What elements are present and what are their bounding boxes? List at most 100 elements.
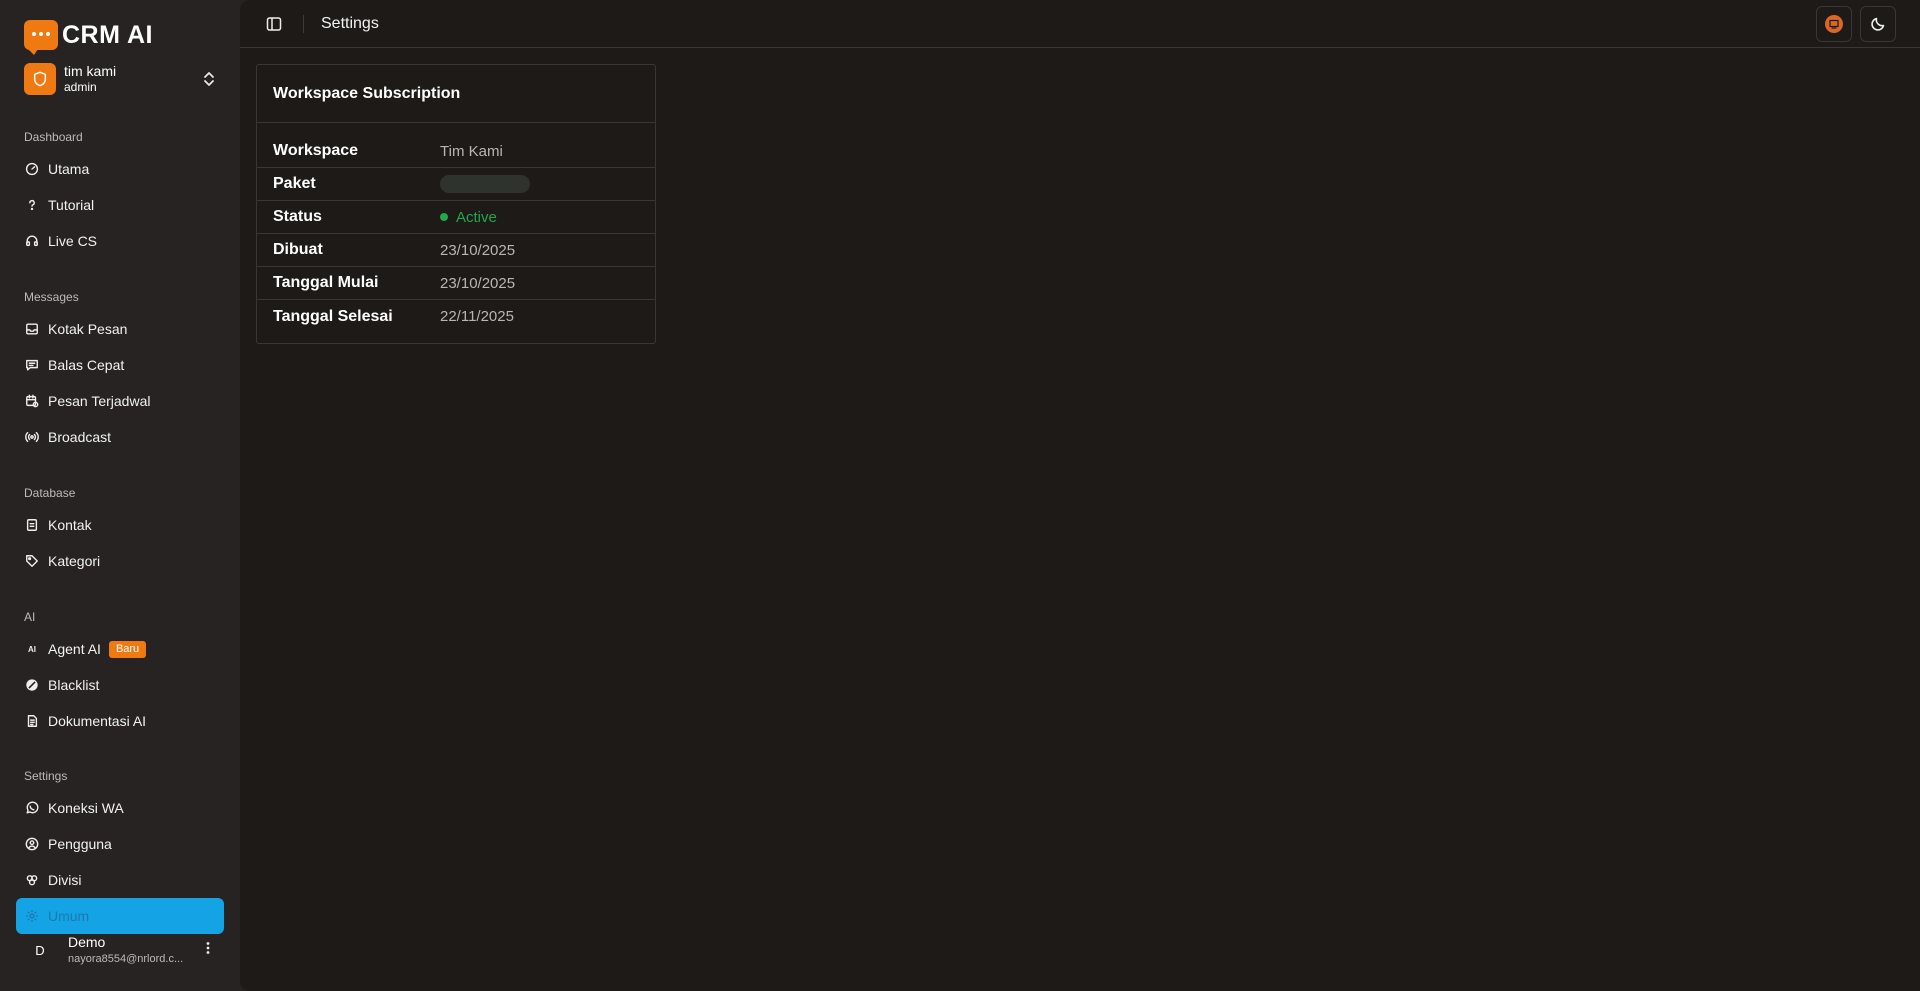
sidebar: CRM AI tim kami admin Dashboard Utama Tu… [0,0,240,991]
sidebar-item-label: Koneksi WA [48,800,124,816]
whatsapp-icon [24,800,40,816]
chat-bubble-logo-icon [24,20,58,55]
nav-section-ai: AI AI Agent AI Baru Blacklist Dokumentas… [16,607,224,739]
status-text: Active [456,208,497,226]
row-value: 22/11/2025 [440,308,514,325]
question-icon [24,197,40,213]
ai-icon: AI [28,644,36,654]
row-key: Paket [273,175,316,192]
row-key: Dibuat [273,241,323,258]
nav-section-messages: Messages Kotak Pesan Balas Cepat Pesan T… [16,287,224,455]
row-key: Workspace [273,142,359,159]
sidebar-item-label: Divisi [48,872,82,888]
row-key: Status [273,208,322,225]
sidebar-item-label: Blacklist [48,677,100,693]
headset-icon [24,233,40,249]
moon-icon [1870,16,1886,32]
card-title: Workspace Subscription [257,65,655,123]
sidebar-item-kategori[interactable]: Kategori [16,543,224,579]
row-key: Tanggal Selesai [273,307,393,325]
nav-section-label: Messages [24,290,79,304]
nav-section-label: Dashboard [24,130,83,144]
chevron-up-down-icon[interactable] [202,71,216,92]
row-key: Tanggal Mulai [273,274,379,291]
tag-icon [24,553,40,569]
sidebar-item-label: Kotak Pesan [48,321,128,337]
flag-icon [1825,15,1843,33]
inbox-icon [24,321,40,337]
main-content: Settings Workspace Subscription Workspac… [240,0,1920,991]
sidebar-item-dokumentasi-ai[interactable]: Dokumentasi AI [16,703,224,739]
new-badge: Baru [108,640,147,658]
top-bar: Settings [240,0,1920,48]
workspace-name: tim kami [64,62,117,79]
sidebar-item-label: Live CS [48,233,98,249]
redaction-mark [440,175,530,193]
table-row: Status Active [257,201,655,234]
calendar-clock-icon [24,393,40,409]
divider [303,15,304,33]
subscription-table: Workspace Tim Kami Paket Status Active D… [257,135,655,333]
gear-icon [24,908,40,924]
brand-name: CRM AI [62,20,153,49]
table-row: Dibuat 23/10/2025 [257,234,655,267]
sidebar-item-pesan-terjadwal[interactable]: Pesan Terjadwal [16,383,224,419]
sidebar-item-label: Kategori [48,553,101,569]
nav-section-settings: Settings Koneksi WA Pengguna Divisi Umum [16,766,224,934]
sidebar-item-label: Tutorial [48,197,95,213]
contact-book-icon [24,517,40,533]
sidebar-item-utama[interactable]: Utama [16,151,224,187]
ban-icon [24,677,40,693]
sidebar-item-label: Agent AI [48,641,101,657]
sidebar-item-broadcast[interactable]: Broadcast [16,419,224,455]
table-row: Tanggal Selesai 22/11/2025 [257,300,655,333]
sidebar-item-divisi[interactable]: Divisi [16,862,224,898]
sidebar-item-kotak-pesan[interactable]: Kotak Pesan [16,311,224,347]
user-profile[interactable]: D Demo nayora8554@nrlord.c... [16,928,224,972]
quick-reply-icon [24,357,40,373]
theme-toggle-button[interactable] [1860,6,1896,42]
sidebar-item-kontak[interactable]: Kontak [16,507,224,543]
workspace-switcher[interactable]: tim kami admin [24,63,216,95]
nav-section-label: Settings [24,769,68,783]
row-value: 23/10/2025 [440,241,516,259]
nav-section-label: AI [24,610,36,624]
row-value: 23/10/2025 [440,274,516,292]
nav-section-label: Database [24,486,76,500]
sidebar-item-tutorial[interactable]: Tutorial [16,187,224,223]
sidebar-item-label: Broadcast [48,429,112,445]
sidebar-item-label: Kontak [48,517,92,533]
sidebar-item-balas-cepat[interactable]: Balas Cepat [16,347,224,383]
sidebar-item-label: Balas Cepat [48,357,125,373]
sidebar-item-live-cs[interactable]: Live CS [16,223,224,259]
broadcast-icon [24,429,40,445]
sidebar-item-label: Umum [48,908,90,924]
avatar: D [24,934,56,966]
language-button[interactable] [1816,6,1852,42]
sidebar-item-agent-ai[interactable]: AI Agent AI Baru [16,631,224,667]
sidebar-item-label: Utama [48,161,90,177]
user-circle-icon [24,836,40,852]
sidebar-item-blacklist[interactable]: Blacklist [16,667,224,703]
gauge-icon [24,161,40,177]
brand[interactable]: CRM AI [24,20,153,55]
nav-section-dashboard: Dashboard Utama Tutorial Live CS [16,127,224,259]
sidebar-item-label: Dokumentasi AI [48,713,147,729]
sidebar-item-koneksi-wa[interactable]: Koneksi WA [16,790,224,826]
nav-section-database: Database Kontak Kategori [16,483,224,579]
user-email: nayora8554@nrlord.c... [68,953,184,966]
status-badge: Active [440,209,497,226]
document-icon [24,713,40,729]
sidebar-item-pengguna[interactable]: Pengguna [16,826,224,862]
status-dot-icon [440,213,448,221]
table-row: Paket [257,168,655,201]
row-value: Tim Kami [440,142,503,160]
page-title: Settings [321,15,379,32]
group-icon [24,872,40,888]
more-vertical-icon[interactable] [200,940,216,961]
workspace-subscription-card: Workspace Subscription Workspace Tim Kam… [256,64,656,344]
table-row: Workspace Tim Kami [257,135,655,168]
sidebar-toggle-icon[interactable] [264,14,284,34]
sidebar-item-label: Pesan Terjadwal [48,393,151,409]
row-value-redacted [440,175,530,193]
